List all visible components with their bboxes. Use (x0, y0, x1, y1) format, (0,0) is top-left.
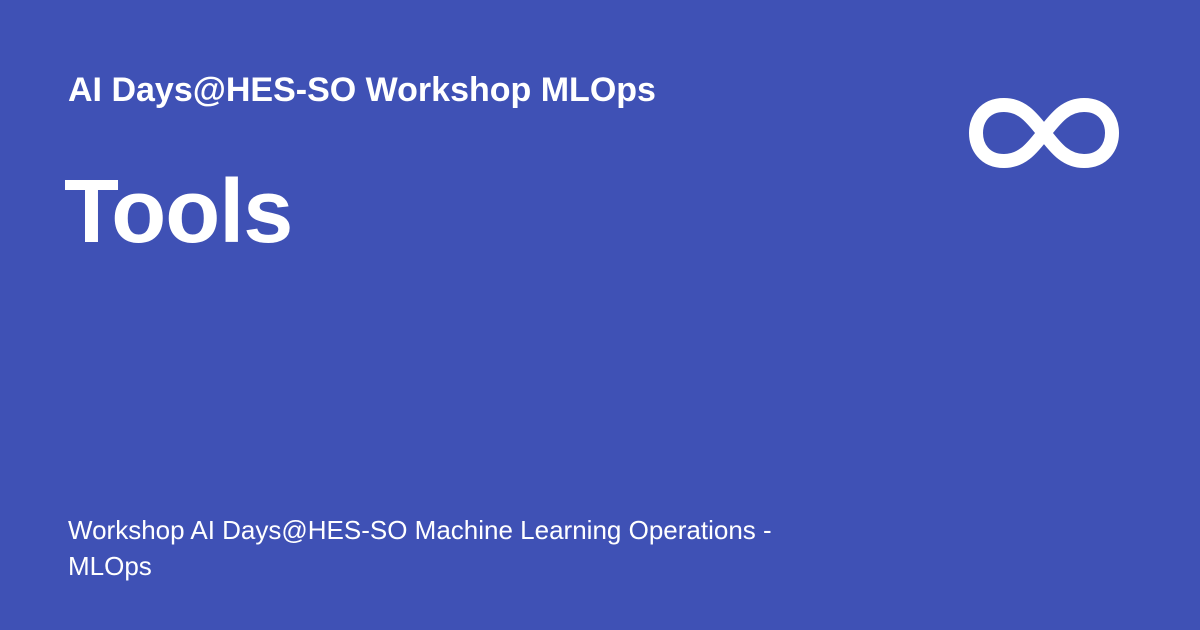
page-description: Workshop AI Days@HES-SO Machine Learning… (68, 515, 772, 581)
page-title: Tools (64, 162, 293, 262)
social-card: AI Days@HES-SO Workshop MLOps Tools Work… (0, 0, 1200, 630)
infinity-icon (969, 98, 1119, 168)
site-name: AI Days@HES-SO Workshop MLOps (68, 71, 656, 109)
